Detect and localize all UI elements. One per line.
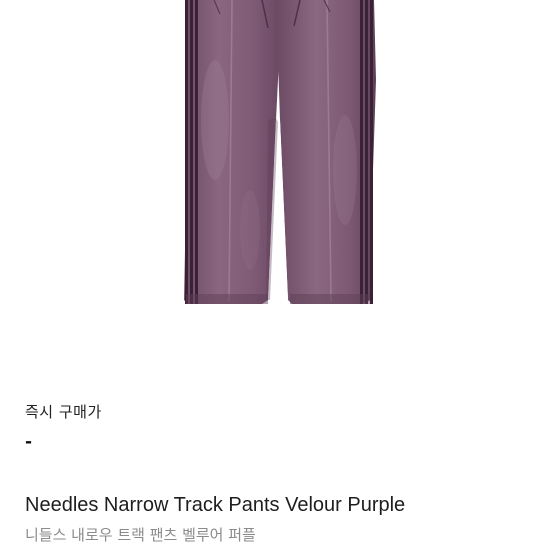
left-side-stripes	[185, 0, 198, 304]
product-detail-page: 즉시 구매가 - Needles Narrow Track Pants Velo…	[0, 0, 554, 554]
track-pants-illustration	[184, 0, 376, 304]
product-image[interactable]	[0, 0, 554, 366]
buy-now-price-label: 즉시 구매가	[25, 403, 102, 421]
right-side-stripes	[360, 0, 373, 304]
product-name-english[interactable]: Needles Narrow Track Pants Velour Purple	[25, 494, 405, 517]
price-value: -	[25, 432, 33, 452]
product-name-korean: 니들스 내로우 트랙 팬츠 벨루어 퍼플	[25, 526, 256, 544]
